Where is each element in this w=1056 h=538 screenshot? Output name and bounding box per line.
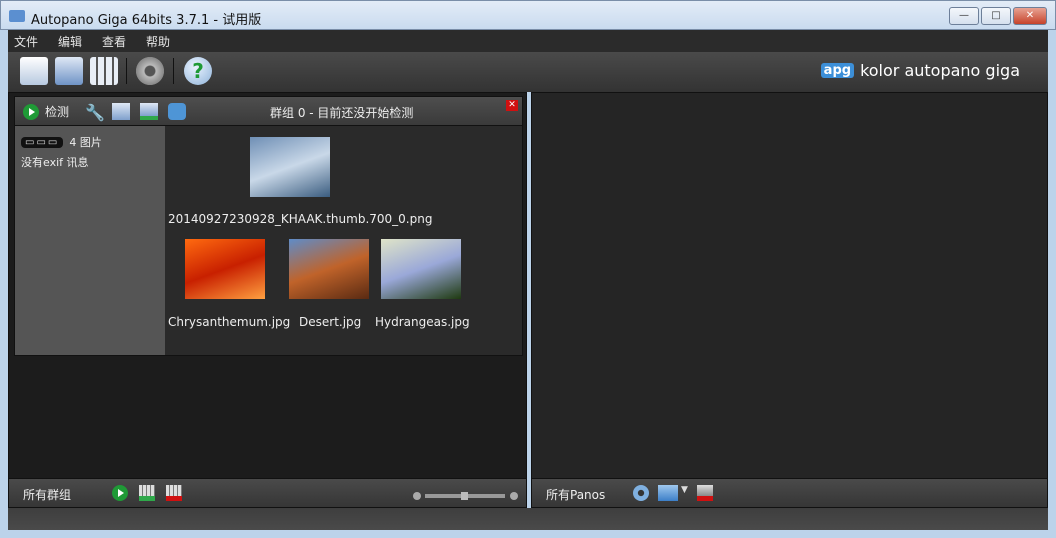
exif-info: 没有exif 讯息 <box>21 156 89 169</box>
menu-file[interactable]: 文件 <box>14 33 38 50</box>
group-title: 群组 0 - 目前还没开始检测 <box>270 106 414 120</box>
wrench-icon[interactable]: 🔧 <box>85 103 105 122</box>
image-thumbnail[interactable] <box>381 239 461 299</box>
maximize-button[interactable]: □ <box>981 7 1011 25</box>
image-name: Chrysanthemum.jpg <box>168 315 291 329</box>
image-thumbnail[interactable] <box>289 239 369 299</box>
image-count: 4 图片 <box>69 136 102 149</box>
image-info-icon[interactable] <box>112 103 130 120</box>
zoom-slider[interactable] <box>413 489 518 500</box>
batch-detect-icon[interactable] <box>90 57 118 85</box>
puzzle-icon[interactable] <box>168 103 186 120</box>
menu-view[interactable]: 查看 <box>102 33 126 50</box>
menu-help[interactable]: 帮助 <box>146 33 170 50</box>
layout-toggle[interactable]: ▭▭▭ <box>21 136 64 148</box>
groups-footer: 所有群组 <box>9 478 526 507</box>
image-name: Hydrangeas.jpg <box>375 315 470 329</box>
groups-panel: 检测 🔧 群组 0 - 目前还没开始检测 ✕ ▭▭▭ 4 图片 没有exif 讯息… <box>8 92 527 508</box>
detect-all-button[interactable] <box>112 485 128 501</box>
add-image-icon[interactable] <box>140 103 158 120</box>
settings-gear-icon[interactable] <box>136 57 164 85</box>
menu-bar: 文件 编辑 查看 帮助 <box>8 30 1048 52</box>
toolbar: ? apg kolor autopano giga <box>8 52 1048 92</box>
image-name: Desert.jpg <box>299 315 362 329</box>
import-images-icon[interactable] <box>20 57 48 85</box>
panos-footer: 所有Panos ▼ <box>532 478 1047 507</box>
settings-gear-icon[interactable] <box>633 485 649 501</box>
status-bar <box>8 508 1048 530</box>
window-title: Autopano Giga 64bits 3.7.1 - 试用版 <box>31 13 262 28</box>
all-panos-label: 所有Panos <box>546 488 606 502</box>
brand-logo: apg kolor autopano giga <box>820 61 1020 80</box>
import-folder-icon[interactable] <box>55 57 83 85</box>
image-thumbnail[interactable] <box>185 239 265 299</box>
detect-button[interactable]: 检测 <box>23 103 69 120</box>
delete-group-icon[interactable] <box>166 485 182 501</box>
help-icon[interactable]: ? <box>184 57 212 85</box>
title-bar: Autopano Giga 64bits 3.7.1 - 试用版 — □ ✕ <box>0 0 1056 30</box>
image-thumbnail[interactable] <box>250 137 330 197</box>
chevron-down-icon[interactable]: ▼ <box>681 485 697 501</box>
group-close-button[interactable]: ✕ <box>506 100 518 111</box>
all-groups-label: 所有群组 <box>23 488 72 502</box>
group-header: 检测 🔧 群组 0 - 目前还没开始检测 ✕ <box>15 97 522 126</box>
render-icon[interactable] <box>658 485 678 501</box>
panos-panel: 所有Panos ▼ <box>531 92 1048 508</box>
app-icon <box>9 10 25 22</box>
menu-edit[interactable]: 编辑 <box>58 33 82 50</box>
image-name: 20140927230928_KHAAK.thumb.700_0.png <box>168 212 433 226</box>
play-icon <box>23 103 39 120</box>
minimize-button[interactable]: — <box>949 7 979 25</box>
delete-pano-icon[interactable] <box>697 485 713 501</box>
group-card: 检测 🔧 群组 0 - 目前还没开始检测 ✕ ▭▭▭ 4 图片 没有exif 讯息… <box>14 96 523 356</box>
add-group-icon[interactable] <box>139 485 155 501</box>
group-info: ▭▭▭ 4 图片 没有exif 讯息 <box>15 126 165 355</box>
close-button[interactable]: ✕ <box>1013 7 1047 25</box>
